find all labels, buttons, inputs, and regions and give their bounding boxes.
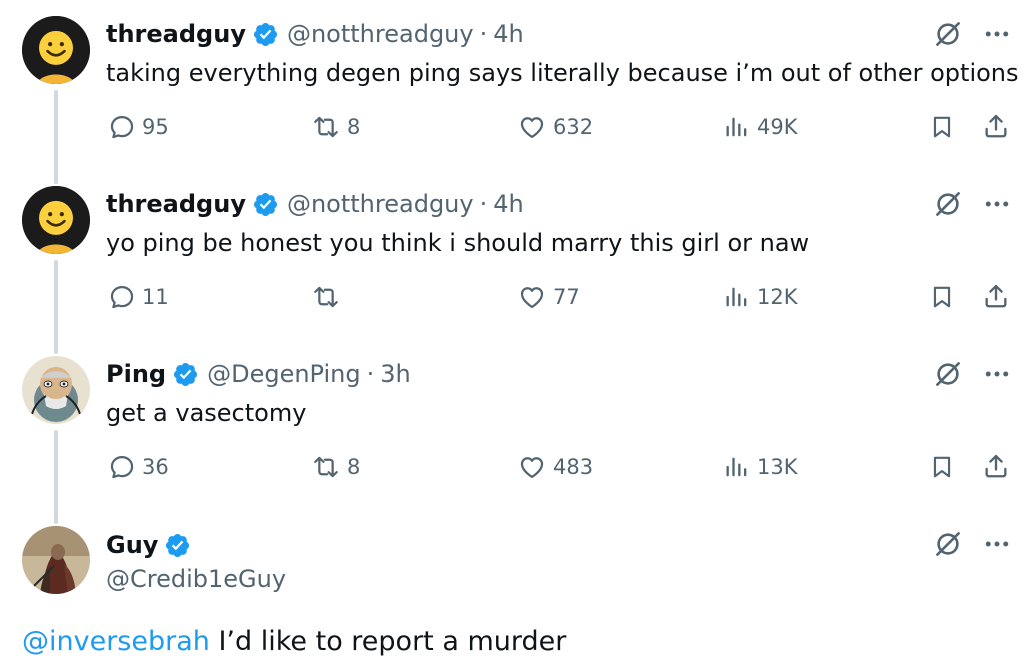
- separator-dot: ·: [479, 190, 488, 218]
- thread-line: [54, 260, 58, 354]
- share-button[interactable]: [982, 452, 1010, 480]
- bookmark-button[interactable]: [929, 283, 955, 311]
- like-count: 77: [553, 285, 580, 309]
- timestamp[interactable]: 4h: [493, 189, 523, 219]
- mention-link[interactable]: @inversebrah: [22, 626, 210, 657]
- main-tweet-text: I’d like to report a murder: [209, 626, 567, 657]
- bookmark-icon: [929, 453, 955, 481]
- grok-icon[interactable]: [933, 19, 963, 49]
- avatar[interactable]: [22, 186, 90, 254]
- like-count: 632: [553, 115, 594, 139]
- author-handle[interactable]: @notthreadguy: [287, 189, 474, 219]
- author-handle[interactable]: @notthreadguy: [287, 19, 474, 49]
- views-count: 12K: [757, 285, 798, 309]
- timestamp[interactable]: 3h: [380, 359, 410, 389]
- views-count: 49K: [757, 115, 798, 139]
- reply-button[interactable]: 36: [108, 453, 169, 481]
- bookmark-button[interactable]: [929, 113, 955, 141]
- separator-dot: ·: [479, 20, 488, 48]
- share-button[interactable]: [982, 282, 1010, 310]
- tweet-text: get a vasectomy: [106, 399, 307, 427]
- thread-line: [54, 90, 58, 184]
- reply-button[interactable]: 11: [108, 283, 169, 311]
- main-tweet-body: @inversebrah I’d like to report a murder: [22, 625, 566, 659]
- tweet-header: threadguy @notthreadguy · 4h: [106, 189, 524, 219]
- share-icon: [982, 452, 1010, 480]
- views-button[interactable]: 49K: [723, 113, 798, 141]
- repost-button[interactable]: [311, 283, 347, 311]
- repost-icon: [311, 283, 341, 311]
- grok-icon[interactable]: [933, 189, 963, 219]
- author-handle[interactable]: @Credib1eGuy: [106, 564, 286, 594]
- avatar[interactable]: [22, 526, 90, 594]
- reply-button[interactable]: 95: [108, 113, 169, 141]
- repost-icon: [311, 113, 341, 141]
- reply-icon: [108, 283, 136, 311]
- tweet-header: threadguy @notthreadguy · 4h: [106, 19, 524, 49]
- verified-badge-icon: [172, 361, 199, 388]
- heart-icon: [517, 113, 547, 141]
- separator-dot: ·: [366, 360, 375, 388]
- like-button[interactable]: 77: [517, 283, 580, 311]
- timestamp[interactable]: 4h: [493, 19, 523, 49]
- share-button[interactable]: [982, 112, 1010, 140]
- views-count: 13K: [757, 455, 798, 479]
- repost-button[interactable]: 8: [311, 113, 360, 141]
- reply-icon: [108, 453, 136, 481]
- repost-icon: [311, 453, 341, 481]
- bookmark-button[interactable]: [929, 453, 955, 481]
- more-icon[interactable]: [982, 19, 1012, 49]
- tweet-header: Guy: [106, 530, 199, 560]
- repost-count: 8: [347, 455, 361, 479]
- grok-icon[interactable]: [933, 529, 963, 559]
- verified-badge-icon: [252, 21, 279, 48]
- views-icon: [723, 283, 751, 311]
- share-icon: [982, 112, 1010, 140]
- author-name[interactable]: threadguy: [106, 189, 246, 219]
- repost-button[interactable]: 8: [311, 453, 360, 481]
- tweet-header: Ping @DegenPing · 3h: [106, 359, 411, 389]
- repost-count: 8: [347, 115, 361, 139]
- like-count: 483: [553, 455, 594, 479]
- tweet-text: taking everything degen ping says litera…: [106, 59, 1019, 87]
- share-icon: [982, 282, 1010, 310]
- heart-icon: [517, 453, 547, 481]
- more-icon[interactable]: [982, 529, 1012, 559]
- views-icon: [723, 113, 751, 141]
- author-name[interactable]: Ping: [106, 359, 166, 389]
- grok-icon[interactable]: [933, 359, 963, 389]
- avatar[interactable]: [22, 356, 90, 424]
- author-name[interactable]: threadguy: [106, 19, 246, 49]
- views-button[interactable]: 12K: [723, 283, 798, 311]
- reply-count: 11: [142, 285, 169, 309]
- verified-badge-icon: [252, 191, 279, 218]
- like-button[interactable]: 483: [517, 453, 593, 481]
- tweet-text: yo ping be honest you think i should mar…: [106, 229, 810, 257]
- author-name[interactable]: Guy: [106, 530, 158, 560]
- views-icon: [723, 453, 751, 481]
- avatar[interactable]: [22, 16, 90, 84]
- like-button[interactable]: 632: [517, 113, 593, 141]
- bookmark-icon: [929, 283, 955, 311]
- more-icon[interactable]: [982, 359, 1012, 389]
- more-icon[interactable]: [982, 189, 1012, 219]
- reply-count: 36: [142, 455, 169, 479]
- heart-icon: [517, 283, 547, 311]
- verified-badge-icon: [164, 532, 191, 559]
- views-button[interactable]: 13K: [723, 453, 798, 481]
- thread-line: [54, 430, 58, 524]
- author-handle[interactable]: @DegenPing: [207, 359, 361, 389]
- bookmark-icon: [929, 113, 955, 141]
- reply-count: 95: [142, 115, 169, 139]
- reply-icon: [108, 113, 136, 141]
